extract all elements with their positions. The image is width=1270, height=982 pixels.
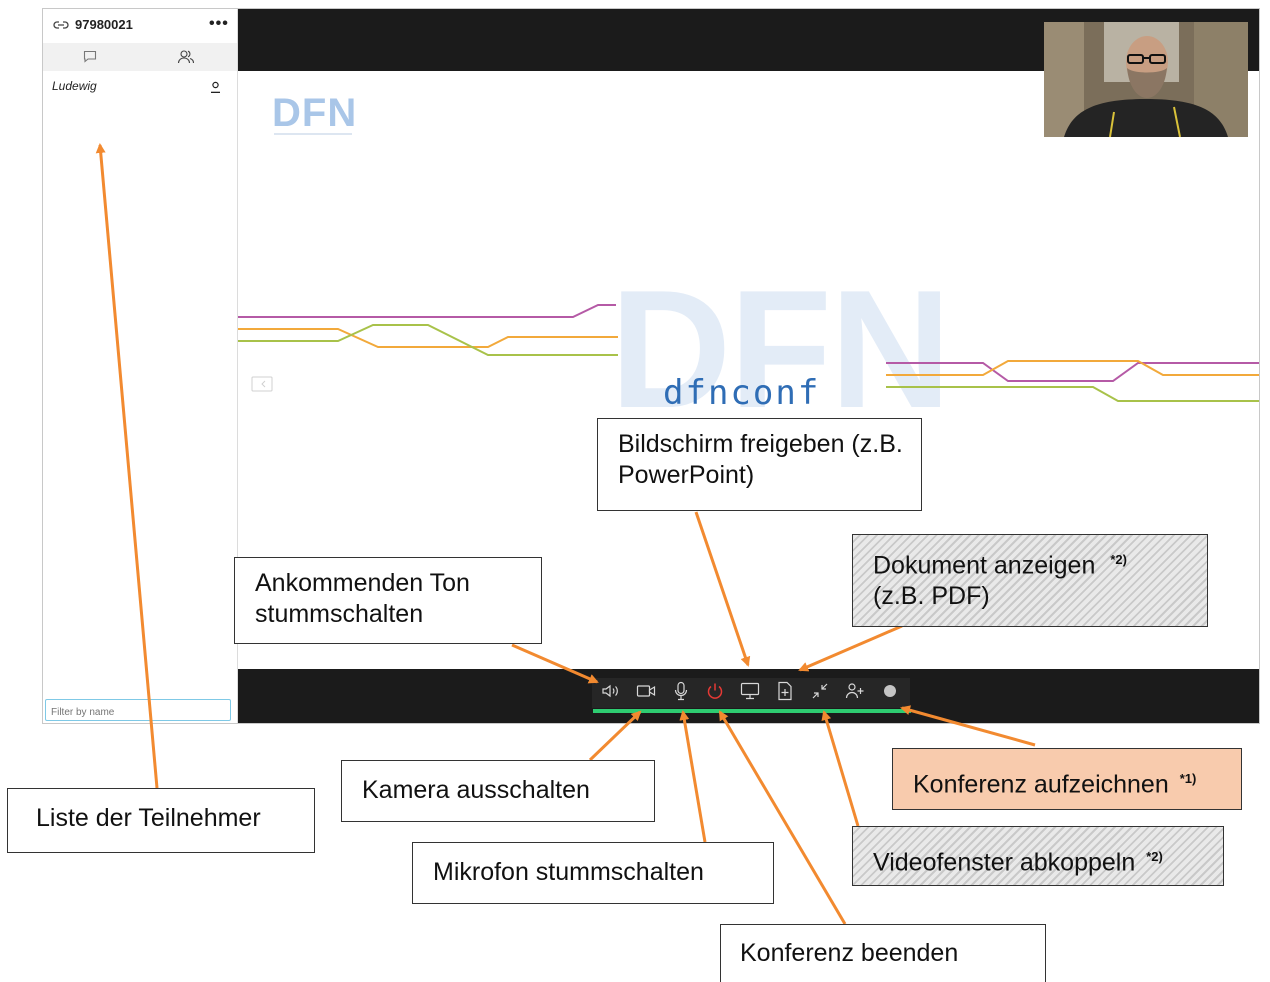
filter-by-name-input[interactable] bbox=[45, 699, 231, 721]
callout-popout-note: *2) bbox=[1146, 849, 1163, 864]
participant-name[interactable]: Ludewig bbox=[52, 79, 97, 93]
add-user-icon bbox=[845, 683, 864, 699]
link-icon bbox=[53, 18, 69, 36]
callout-end-conference: Konferenz beenden bbox=[720, 924, 1046, 982]
dfnconf-wordmark: dfnconf bbox=[663, 373, 821, 413]
record-dot-icon bbox=[884, 685, 896, 697]
share-screen-button[interactable] bbox=[739, 680, 761, 702]
document-add-icon bbox=[778, 681, 792, 701]
participant-user-icon bbox=[210, 80, 221, 98]
audio-level-bar bbox=[593, 709, 911, 713]
self-view-image bbox=[1044, 22, 1248, 137]
speaker-icon bbox=[602, 684, 618, 698]
callout-record-note: *1) bbox=[1179, 771, 1197, 786]
tab-chat[interactable] bbox=[83, 50, 97, 68]
dfn-small-logo: DFN bbox=[272, 91, 358, 135]
callout-participant-list: Liste der Teilnehmer bbox=[7, 788, 315, 853]
dfn-small-logo-underline bbox=[274, 133, 352, 135]
sidebar-tabs bbox=[43, 43, 237, 71]
power-icon bbox=[707, 683, 723, 699]
expand-sidebar-icon[interactable] bbox=[251, 376, 273, 397]
callout-record-label: Konferenz aufzeichnen bbox=[913, 770, 1169, 799]
camera-toggle-button[interactable] bbox=[635, 680, 657, 702]
conference-id: 97980021 bbox=[75, 17, 133, 32]
callout-document-label: Dokument anzeigen bbox=[873, 551, 1096, 580]
monitor-icon bbox=[740, 682, 760, 700]
callout-share-screen: Bildschirm freigeben (z.B. PowerPoint) bbox=[597, 418, 922, 511]
microphone-icon bbox=[674, 681, 688, 701]
callout-document-sub: (z.B. PDF) bbox=[873, 582, 990, 611]
more-options-icon[interactable]: ••• bbox=[209, 15, 229, 33]
callout-mute-audio: Ankommenden Ton stummschalten bbox=[234, 557, 542, 644]
callout-microphone: Mikrofon stummschalten bbox=[412, 842, 774, 904]
participants-icon bbox=[177, 50, 195, 64]
callout-show-document: Dokument anzeigen *2) (z.B. PDF) bbox=[852, 534, 1208, 627]
record-button[interactable] bbox=[879, 680, 901, 702]
callout-document-note: *2) bbox=[1110, 552, 1127, 567]
sidebar: 97980021 ••• Ludewig bbox=[43, 9, 238, 723]
callout-camera: Kamera ausschalten bbox=[341, 760, 655, 822]
end-conference-button[interactable] bbox=[704, 680, 726, 702]
callout-popout-video: Videofenster abkoppeln *2) bbox=[852, 826, 1224, 886]
mute-incoming-audio-button[interactable] bbox=[600, 680, 622, 702]
sidebar-header: 97980021 ••• bbox=[43, 9, 237, 43]
add-participant-button[interactable] bbox=[844, 680, 866, 702]
show-document-button[interactable] bbox=[774, 680, 796, 702]
popout-video-button[interactable] bbox=[809, 680, 831, 702]
callout-record: Konferenz aufzeichnen *1) bbox=[892, 748, 1242, 810]
microphone-toggle-button[interactable] bbox=[670, 680, 692, 702]
camera-icon bbox=[636, 685, 656, 697]
self-view-video[interactable] bbox=[1044, 22, 1248, 137]
chat-icon bbox=[83, 50, 97, 63]
tab-participants[interactable] bbox=[177, 49, 195, 70]
collapse-arrows-icon bbox=[812, 683, 828, 699]
callout-popout-label: Videofenster abkoppeln bbox=[873, 848, 1136, 877]
